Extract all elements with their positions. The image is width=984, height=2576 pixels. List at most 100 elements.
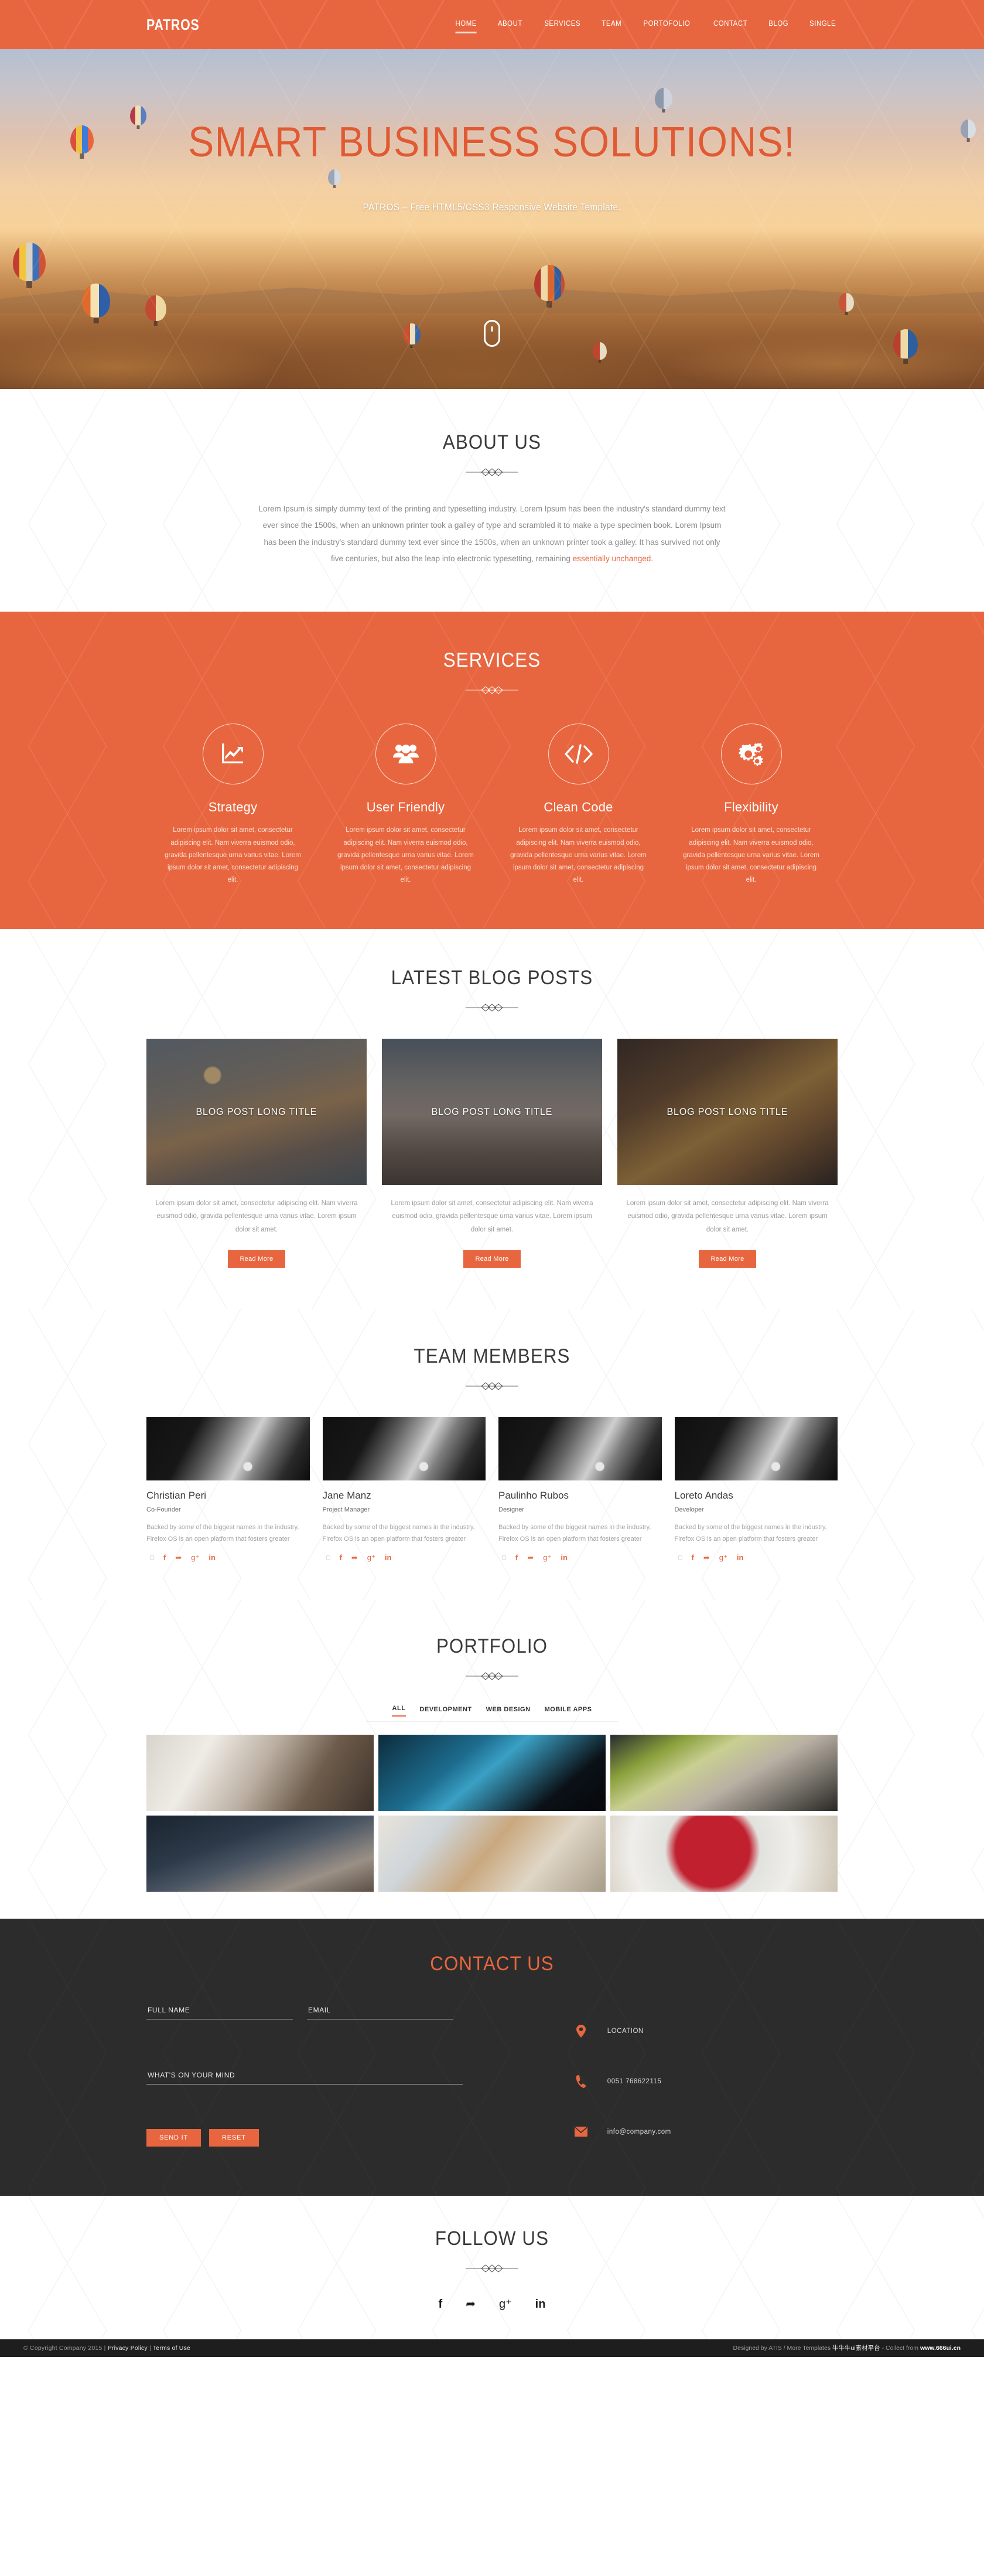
team-member-role: Project Manager xyxy=(322,1506,370,1513)
linkedin-icon[interactable]: in xyxy=(561,1554,568,1561)
services-section: SERVICES Strategy Lorem ipsum dolor sit … xyxy=(0,612,984,929)
service-name: User Friendly xyxy=(366,800,445,815)
twitter-icon[interactable]: ➦ xyxy=(527,1554,534,1561)
contact-info-email: info@company.com xyxy=(574,2107,838,2157)
footer-separator: | xyxy=(147,2344,153,2352)
nav-item-about[interactable]: ABOUT xyxy=(498,19,522,31)
envelope-icon xyxy=(574,2127,587,2137)
gears-icon xyxy=(720,724,782,785)
team-member-card[interactable]: Loreto Andas Developer Backed by some of… xyxy=(674,1417,838,1561)
portfolio-item-game-controller[interactable] xyxy=(146,1815,374,1892)
team-member-name: Jane Manz xyxy=(322,1489,371,1501)
nav-item-services[interactable]: SERVICES xyxy=(544,19,580,31)
team-member-card[interactable]: Jane Manz Project Manager Backed by some… xyxy=(322,1417,486,1561)
message-input[interactable] xyxy=(146,2067,463,2084)
blog-card[interactable]: BLOG POST LONG TITLE Lorem ipsum dolor s… xyxy=(146,1038,367,1268)
reset-button[interactable]: RESET xyxy=(209,2128,259,2147)
twitter-icon[interactable]: ➦ xyxy=(466,2298,476,2310)
code-brackets-icon xyxy=(548,724,609,785)
map-pin-icon xyxy=(575,2024,587,2038)
contact-form: SEND IT RESET xyxy=(146,2002,534,2157)
section-divider-ornament xyxy=(466,467,518,477)
team-social-links: f ➦ g⁺ in xyxy=(675,1554,838,1561)
blog-post-title: BLOG POST LONG TITLE xyxy=(667,1106,788,1117)
read-more-button[interactable]: Read More xyxy=(463,1250,521,1268)
privacy-policy-link[interactable]: Privacy Policy xyxy=(108,2345,148,2352)
blog-card[interactable]: BLOG POST LONG TITLE Lorem ipsum dolor s… xyxy=(382,1038,602,1268)
blog-thumbnail-image[interactable]: BLOG POST LONG TITLE xyxy=(382,1038,602,1185)
team-social-links: f ➦ g⁺ in xyxy=(323,1554,486,1561)
page-root: PATROS HOME ABOUT SERVICES TEAM PORTOFOL… xyxy=(0,0,984,2357)
google-plus-icon[interactable]: g⁺ xyxy=(191,1554,199,1561)
team-member-card[interactable]: Christian Peri Co-Founder Backed by some… xyxy=(146,1417,310,1561)
linkedin-icon[interactable]: in xyxy=(535,2298,546,2310)
twitter-icon[interactable]: ➦ xyxy=(175,1554,182,1561)
nav-item-portofolio[interactable]: PORTOFOLIO xyxy=(644,19,691,31)
contact-info-list: LOCATION 0051 768622115 info@company.com xyxy=(534,2002,838,2157)
portfolio-filter-mobile-apps[interactable]: MOBILE APPS xyxy=(544,1706,593,1717)
portfolio-item-speaker-desk[interactable] xyxy=(146,1734,374,1811)
facebook-icon[interactable]: f xyxy=(439,2298,443,2310)
portfolio-item-phone-in-hand[interactable] xyxy=(378,1734,606,1811)
nav-item-contact[interactable]: CONTACT xyxy=(713,19,747,31)
read-more-button[interactable]: Read More xyxy=(699,1250,756,1268)
portfolio-filter-all[interactable]: ALL xyxy=(391,1705,406,1717)
google-plus-icon[interactable]: g⁺ xyxy=(367,1554,375,1561)
phone-icon xyxy=(575,2075,587,2088)
blog-post-title: BLOG POST LONG TITLE xyxy=(196,1106,317,1117)
linkedin-icon[interactable]: in xyxy=(209,1554,216,1561)
nav-item-blog[interactable]: BLOG xyxy=(768,19,788,31)
facebook-icon[interactable]: f xyxy=(515,1554,518,1561)
facebook-icon[interactable]: f xyxy=(692,1554,694,1561)
facebook-icon[interactable]: f xyxy=(340,1554,342,1561)
site-logo[interactable]: PATROS xyxy=(146,16,200,34)
twitter-icon[interactable]: ➦ xyxy=(703,1554,710,1561)
nav-item-home[interactable]: HOME xyxy=(455,19,477,33)
google-plus-icon[interactable]: g⁺ xyxy=(499,2298,512,2310)
linkedin-icon[interactable]: in xyxy=(737,1554,744,1561)
section-divider-ornament xyxy=(466,1381,518,1391)
services-title: SERVICES xyxy=(443,649,541,672)
mouse-scroll-icon[interactable] xyxy=(484,320,500,347)
contact-info-location: LOCATION xyxy=(575,2006,838,2056)
follow-section: FOLLOW US f ➦ g⁺ in xyxy=(0,2195,984,2339)
blog-thumbnail-image[interactable]: BLOG POST LONG TITLE xyxy=(617,1038,838,1185)
blog-card[interactable]: BLOG POST LONG TITLE Lorem ipsum dolor s… xyxy=(617,1038,838,1268)
email-input[interactable] xyxy=(307,2002,453,2019)
fullname-input[interactable] xyxy=(146,2002,293,2019)
service-card-clean-code[interactable]: Clean Code Lorem ipsum dolor sit amet, c… xyxy=(492,724,665,886)
main-navigation: HOME ABOUT SERVICES TEAM PORTOFOLIO CONT… xyxy=(454,19,838,33)
portfolio-item-mixing-console[interactable] xyxy=(610,1734,838,1811)
portfolio-grid xyxy=(146,1734,838,1919)
twitter-icon[interactable]: ➦ xyxy=(351,1554,358,1561)
service-card-flexibility[interactable]: Flexibility Lorem ipsum dolor sit amet, … xyxy=(665,724,838,886)
portfolio-filter-development[interactable]: DEVELOPMENT xyxy=(419,1706,472,1717)
about-body-text: Lorem Ipsum is simply dummy text of the … xyxy=(258,504,726,564)
team-title: TEAM MEMBERS xyxy=(414,1345,570,1367)
about-section: ABOUT US Lorem Ipsum is simply dummy tex… xyxy=(0,389,984,612)
facebook-icon[interactable]: f xyxy=(163,1554,166,1561)
portfolio-item-desk-flatlay[interactable] xyxy=(378,1815,606,1892)
portfolio-filter-tabs: ALL DEVELOPMENT WEB DESIGN MOBILE APPS xyxy=(366,1705,618,1722)
blog-post-title: BLOG POST LONG TITLE xyxy=(431,1106,553,1117)
service-card-strategy[interactable]: Strategy Lorem ipsum dolor sit amet, con… xyxy=(146,724,319,886)
blog-grid: BLOG POST LONG TITLE Lorem ipsum dolor s… xyxy=(146,1038,838,1268)
about-highlight-text: essentially unchanged. xyxy=(572,554,654,564)
read-more-button[interactable]: Read More xyxy=(228,1250,285,1268)
nav-item-single[interactable]: SINGLE xyxy=(809,19,836,31)
blog-thumbnail-image[interactable]: BLOG POST LONG TITLE xyxy=(146,1038,367,1185)
service-card-user-friendly[interactable]: User Friendly Lorem ipsum dolor sit amet… xyxy=(319,724,492,886)
google-plus-icon[interactable]: g⁺ xyxy=(543,1554,551,1561)
team-social-links: f ➦ g⁺ in xyxy=(146,1554,310,1561)
terms-of-use-link[interactable]: Terms of Use xyxy=(153,2345,190,2352)
portfolio-item-raspberry-cup[interactable] xyxy=(610,1815,838,1892)
team-member-card[interactable]: Paulinho Rubos Designer Backed by some o… xyxy=(498,1417,662,1561)
nav-item-team[interactable]: TEAM xyxy=(602,19,621,31)
send-it-button[interactable]: SEND IT xyxy=(146,2128,201,2147)
google-plus-icon[interactable]: g⁺ xyxy=(719,1554,727,1561)
portfolio-filter-web-design[interactable]: WEB DESIGN xyxy=(486,1706,531,1717)
contact-email-text: info@company.com xyxy=(607,2128,671,2135)
linkedin-icon[interactable]: in xyxy=(385,1554,392,1561)
section-divider-ornament xyxy=(466,1671,518,1681)
blog-excerpt: Lorem ipsum dolor sit amet, consectetur … xyxy=(626,1199,829,1233)
